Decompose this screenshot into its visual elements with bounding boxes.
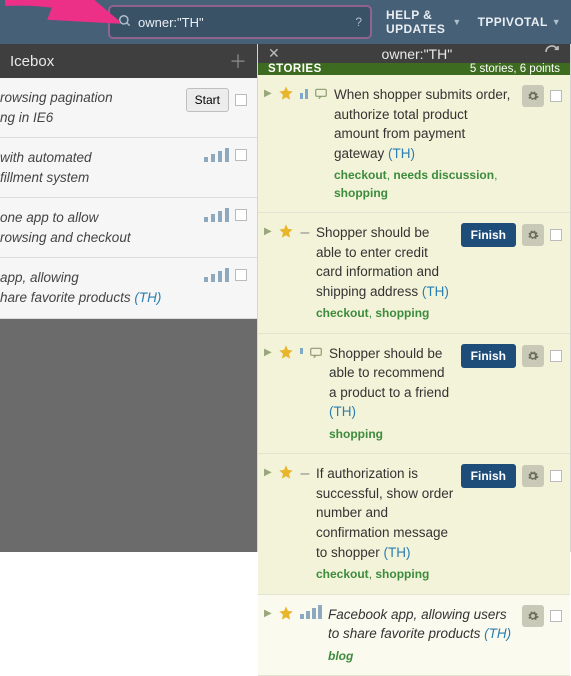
story-menu-icon[interactable] xyxy=(522,345,544,367)
select-checkbox[interactable] xyxy=(235,209,247,221)
story-row[interactable]: ▶ When shopper submits order, authorize … xyxy=(258,75,570,213)
label[interactable]: checkout xyxy=(316,306,369,320)
stories-section-header: STORIES 5 stories, 6 points xyxy=(258,63,570,75)
icebox-story[interactable]: rowsing pagination ng in IE6Start xyxy=(0,78,257,138)
star-icon xyxy=(278,464,294,483)
label[interactable]: blog xyxy=(328,649,353,663)
select-checkbox[interactable] xyxy=(235,94,247,106)
label[interactable]: checkout xyxy=(316,567,369,581)
story-title: with automated fillment system xyxy=(0,148,198,187)
select-checkbox[interactable] xyxy=(550,610,562,622)
icebox-story[interactable]: app, allowing hare favorite products (TH… xyxy=(0,258,257,318)
stories-label: STORIES xyxy=(268,63,470,75)
search-panel-title: owner:"TH" xyxy=(290,46,544,62)
icebox-story[interactable]: one app to allow rowsing and checkout xyxy=(0,198,257,258)
comments-icon[interactable] xyxy=(314,87,328,104)
search-field-wrap[interactable]: ? xyxy=(110,7,370,37)
expand-icon[interactable]: ▶ xyxy=(264,88,272,99)
story-labels: blog xyxy=(328,648,516,665)
callout-arrow xyxy=(0,0,120,57)
chevron-down-icon: ▼ xyxy=(552,17,561,27)
stories-count: 5 stories, 6 points xyxy=(470,63,560,75)
story-title: If authorization is successful, show ord… xyxy=(316,464,455,583)
estimate-picker[interactable] xyxy=(204,268,229,282)
story-row[interactable]: ▶ – If authorization is successful, show… xyxy=(258,454,570,594)
story-menu-icon[interactable] xyxy=(522,605,544,627)
points-icon xyxy=(300,89,308,99)
label[interactable]: shopping xyxy=(375,306,429,320)
owner-badge: (TH) xyxy=(329,404,356,419)
story-row[interactable]: ▶ Shopper should be able to recommend a … xyxy=(258,334,570,455)
story-row[interactable]: ▶ Facebook app, allowing users to share … xyxy=(258,595,570,676)
story-menu-icon[interactable] xyxy=(522,85,544,107)
search-input[interactable] xyxy=(138,15,362,30)
owner-badge: (TH) xyxy=(388,146,415,161)
expand-icon[interactable]: ▶ xyxy=(264,467,272,478)
story-title: Shopper should be able to enter credit c… xyxy=(316,223,455,323)
estimate-picker[interactable] xyxy=(204,208,229,222)
estimate-picker[interactable] xyxy=(204,148,229,162)
story-menu-icon[interactable] xyxy=(522,465,544,487)
story-title: Facebook app, allowing users to share fa… xyxy=(328,605,516,666)
estimate-picker[interactable] xyxy=(300,605,322,619)
story-menu-icon[interactable] xyxy=(522,224,544,246)
label[interactable]: checkout xyxy=(334,168,387,182)
story-labels: shopping xyxy=(329,426,455,443)
start-button[interactable]: Start xyxy=(186,88,229,112)
owner-badge: (TH) xyxy=(422,284,449,299)
story-row[interactable]: ▶ – Shopper should be able to enter cred… xyxy=(258,213,570,334)
expand-icon[interactable]: ▶ xyxy=(264,226,272,237)
icebox-story[interactable]: with automated fillment system xyxy=(0,138,257,198)
owner-badge: (TH) xyxy=(384,545,411,560)
select-checkbox[interactable] xyxy=(235,269,247,281)
comments-icon[interactable] xyxy=(309,346,323,363)
owner-badge: (TH) xyxy=(484,626,511,641)
story-labels: checkout, needs discussion, shopping xyxy=(334,167,516,202)
expand-icon[interactable]: ▶ xyxy=(264,347,272,358)
close-icon[interactable]: ✕ xyxy=(268,45,280,62)
project-menu[interactable]: TPPIVOTAL ▼ xyxy=(478,15,561,29)
chevron-down-icon: ▼ xyxy=(452,17,461,27)
label[interactable]: needs discussion xyxy=(393,168,494,182)
select-checkbox[interactable] xyxy=(550,350,562,362)
star-icon xyxy=(278,344,294,363)
story-title: When shopper submits order, authorize to… xyxy=(334,85,516,202)
no-points-icon: – xyxy=(300,224,310,242)
story-labels: checkout, shopping xyxy=(316,305,455,322)
search-help-icon[interactable]: ? xyxy=(355,15,362,29)
refresh-icon[interactable] xyxy=(544,44,560,63)
select-checkbox[interactable] xyxy=(550,229,562,241)
story-title: Shopper should be able to recommend a pr… xyxy=(329,344,455,444)
finish-button[interactable]: Finish xyxy=(461,223,516,247)
search-panel-header: ✕ owner:"TH" xyxy=(258,44,570,63)
star-icon xyxy=(278,85,294,104)
star-icon xyxy=(278,605,294,624)
label[interactable]: shopping xyxy=(375,567,429,581)
story-title: app, allowing hare favorite products (TH… xyxy=(0,268,198,307)
select-checkbox[interactable] xyxy=(235,149,247,161)
add-story-icon[interactable]: ＋ xyxy=(229,48,247,74)
no-points-icon: – xyxy=(300,465,310,483)
search-icon xyxy=(118,14,132,31)
star-icon xyxy=(278,223,294,242)
select-checkbox[interactable] xyxy=(550,90,562,102)
points-icon xyxy=(300,348,303,354)
story-labels: checkout, shopping xyxy=(316,566,455,583)
label[interactable]: shopping xyxy=(329,427,383,441)
select-checkbox[interactable] xyxy=(550,470,562,482)
finish-button[interactable]: Finish xyxy=(461,464,516,488)
story-title: one app to allow rowsing and checkout xyxy=(0,208,198,247)
label[interactable]: shopping xyxy=(334,186,388,200)
icebox-panel: Icebox ＋ rowsing pagination ng in IE6Sta… xyxy=(0,44,258,552)
finish-button[interactable]: Finish xyxy=(461,344,516,368)
expand-icon[interactable]: ▶ xyxy=(264,608,272,619)
search-results-panel: ✕ owner:"TH" STORIES 5 stories, 6 points… xyxy=(258,44,571,552)
story-title: rowsing pagination ng in IE6 xyxy=(0,88,180,127)
help-updates-label: HELP & UPDATES xyxy=(386,8,448,36)
owner-badge: (TH) xyxy=(134,290,161,305)
project-label: TPPIVOTAL xyxy=(478,15,548,29)
help-updates-menu[interactable]: HELP & UPDATES ▼ xyxy=(386,8,462,36)
